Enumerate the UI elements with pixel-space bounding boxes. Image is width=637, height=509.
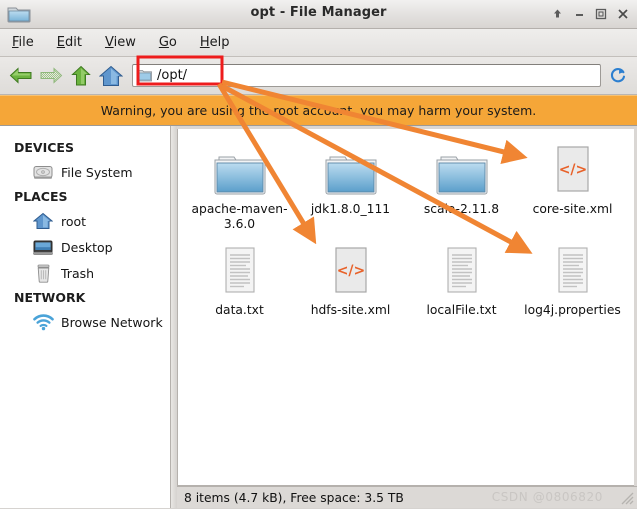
sidebar-item-trash[interactable]: Trash	[0, 260, 170, 286]
sidebar-item-label: Desktop	[61, 239, 113, 255]
menu-help-label: elp	[209, 35, 230, 50]
path-value: /opt/	[157, 68, 188, 83]
menu-go-mnemonic: G	[158, 35, 169, 50]
path-input[interactable]: /opt/	[132, 64, 601, 87]
desktop-icon	[32, 237, 54, 257]
menu-view-mnemonic: V	[104, 35, 114, 50]
trash-icon	[32, 263, 54, 283]
file-name: scala-2.11.8	[423, 202, 500, 216]
folder-icon	[137, 69, 152, 82]
root-warning-bar: Warning, you are using the root account,…	[0, 95, 637, 126]
menu-help-mnemonic: H	[199, 35, 210, 50]
forward-button	[36, 61, 66, 91]
sidebar-heading-devices: DEVICES	[14, 140, 74, 155]
sidebar-heading-places: PLACES	[14, 189, 68, 204]
reload-button[interactable]	[605, 61, 631, 91]
file-item-apache-maven[interactable]: apache-maven-3.6.0	[184, 141, 295, 232]
right-pane: apache-maven-3.6.0 jdk1.8.0_111 scala-2.…	[177, 126, 637, 508]
menu-go[interactable]: Go	[156, 34, 180, 51]
menu-file[interactable]: File	[9, 34, 37, 51]
folder-icon	[213, 141, 267, 197]
file-item-log4j-properties[interactable]: log4j.properties	[517, 242, 628, 318]
file-manager-window: opt - File Manager File Edit View Go Hel…	[0, 0, 637, 508]
xml-file-icon: </>	[551, 141, 595, 197]
home-icon	[32, 211, 54, 231]
folder-icon	[324, 141, 378, 197]
sidebar-heading-network: NETWORK	[14, 290, 86, 305]
sidebar-item-label: Browse Network	[61, 314, 163, 330]
back-button[interactable]	[6, 61, 36, 91]
up-button[interactable]	[66, 61, 96, 91]
home-button[interactable]	[96, 61, 126, 91]
file-item-localfile-txt[interactable]: localFile.txt	[406, 242, 517, 318]
sidebar-item-root[interactable]: root	[0, 208, 170, 234]
xml-file-icon: </>	[329, 242, 373, 298]
file-icon-view[interactable]: apache-maven-3.6.0 jdk1.8.0_111 scala-2.…	[177, 129, 634, 486]
file-name: localFile.txt	[426, 303, 497, 317]
title-bar: opt - File Manager	[0, 0, 637, 29]
file-name: log4j.properties	[524, 303, 621, 317]
resize-grip[interactable]	[619, 490, 635, 506]
sidebar-item-file-system[interactable]: File System	[0, 159, 170, 185]
svg-text:</>: </>	[558, 162, 587, 178]
harddisk-icon	[32, 162, 54, 182]
file-name: jdk1.8.0_111	[310, 202, 391, 216]
watermark: CSDN @0806820	[491, 490, 603, 504]
text-file-icon	[218, 242, 262, 298]
file-name: data.txt	[215, 303, 264, 317]
file-item-data-txt[interactable]: data.txt	[184, 242, 295, 318]
sidebar-item-label: Trash	[61, 265, 95, 281]
text-file-icon	[551, 242, 595, 298]
sidebar-item-label: root	[61, 213, 87, 229]
menu-file-label: ile	[18, 35, 34, 50]
menu-edit-label: dit	[65, 35, 82, 50]
menu-bar: File Edit View Go Help	[0, 29, 637, 57]
toolbar: /opt/	[0, 57, 637, 95]
file-item-hdfs-site-xml[interactable]: </> hdfs-site.xml	[295, 242, 406, 318]
body-area: DEVICES File System PLACES root Desktop …	[0, 126, 637, 508]
network-icon	[32, 312, 54, 332]
menu-go-label: o	[168, 35, 177, 50]
sidebar-item-desktop[interactable]: Desktop	[0, 234, 170, 260]
file-name: apache-maven-3.6.0	[191, 202, 288, 231]
close-button[interactable]	[612, 2, 634, 25]
menu-edit[interactable]: Edit	[54, 34, 85, 51]
maximize-button[interactable]	[590, 2, 612, 25]
menu-edit-mnemonic: E	[56, 35, 65, 50]
file-grid: apache-maven-3.6.0 jdk1.8.0_111 scala-2.…	[178, 129, 634, 318]
text-file-icon	[440, 242, 484, 298]
file-item-scala[interactable]: scala-2.11.8	[406, 141, 517, 232]
window-controls	[546, 2, 634, 25]
menu-help[interactable]: Help	[197, 34, 233, 51]
shade-button[interactable]	[546, 2, 568, 25]
file-name: core-site.xml	[532, 202, 613, 216]
file-name: hdfs-site.xml	[310, 303, 391, 317]
svg-text:</>: </>	[336, 263, 365, 279]
sidebar-item-browse-network[interactable]: Browse Network	[0, 309, 170, 335]
file-item-core-site-xml[interactable]: </> core-site.xml	[517, 141, 628, 232]
sidebar-item-label: File System	[61, 164, 133, 180]
window-title: opt - File Manager	[250, 5, 387, 20]
status-text: 8 items (4.7 kB), Free space: 3.5 TB	[184, 490, 404, 505]
menu-view[interactable]: View	[102, 34, 139, 51]
minimize-button[interactable]	[568, 2, 590, 25]
root-warning-text: Warning, you are using the root account,…	[100, 103, 537, 118]
menu-view-label: iew	[113, 35, 136, 50]
file-item-jdk[interactable]: jdk1.8.0_111	[295, 141, 406, 232]
folder-icon	[435, 141, 489, 197]
places-sidebar: DEVICES File System PLACES root Desktop …	[0, 126, 171, 508]
